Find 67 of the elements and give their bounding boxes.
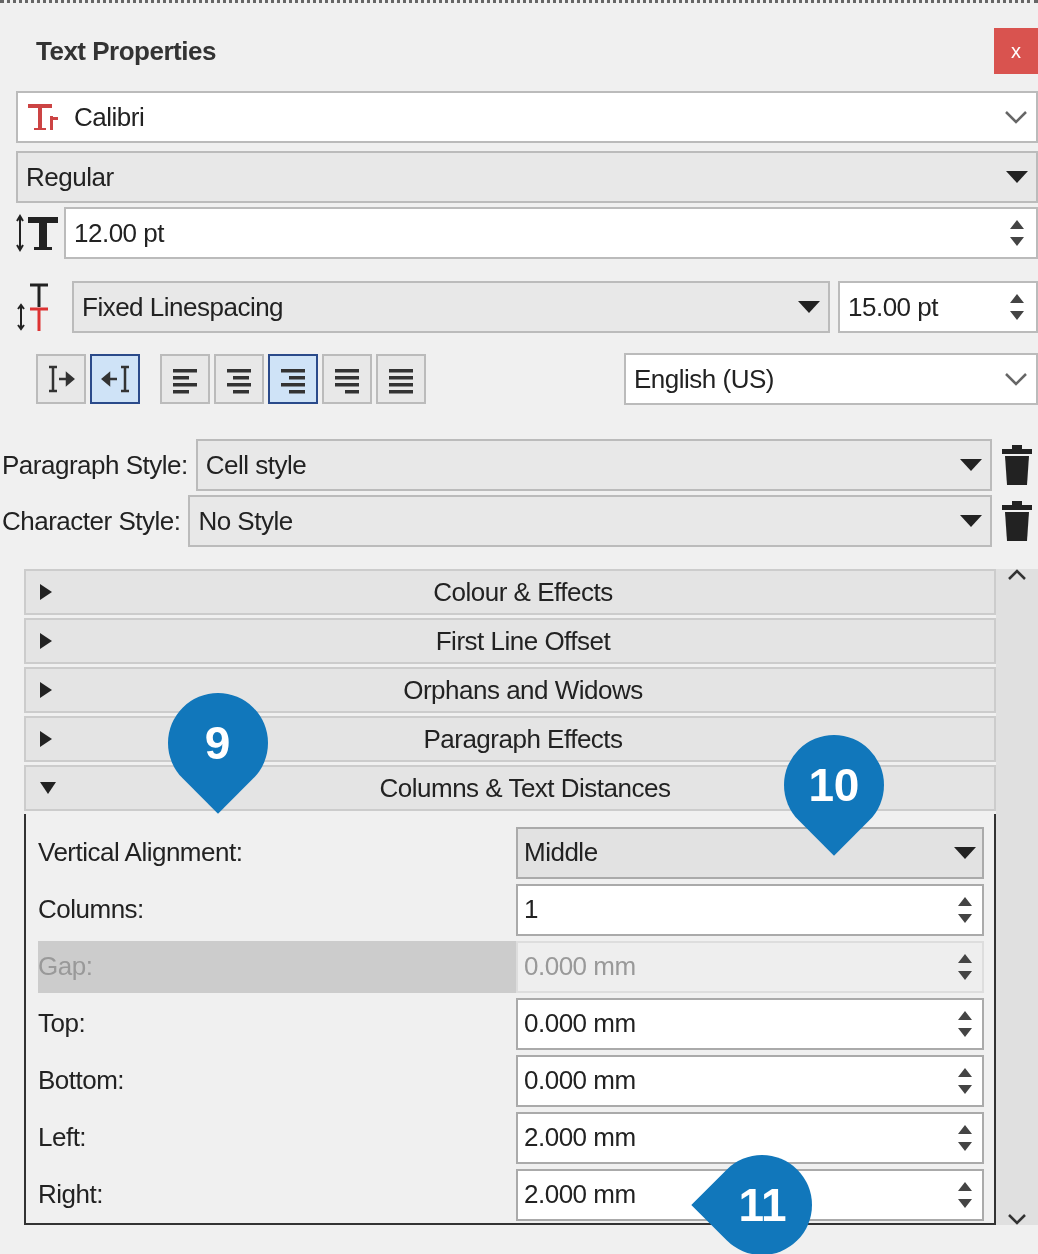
style-value: No Style (198, 504, 294, 538)
trash-icon (1000, 445, 1034, 485)
alignment-button[interactable] (268, 354, 318, 404)
font-size-value: 12.00 pt (74, 216, 166, 250)
font-dropdown[interactable]: Calibri (16, 91, 1038, 143)
style-value: Cell style (205, 448, 308, 482)
field-value: 2.000 mm (524, 1121, 636, 1154)
section-header[interactable]: Colour & Effects (24, 569, 996, 615)
alignment-button[interactable] (376, 354, 426, 404)
distance-label: Columns: (38, 893, 144, 926)
style-dropdown[interactable]: Cell style (195, 439, 992, 491)
chevron-down-icon (1004, 110, 1028, 124)
font-name: Calibri (74, 100, 146, 134)
line-spacing-mode: Fixed Linespacing (82, 290, 285, 324)
distance-field[interactable]: 1 (516, 883, 984, 936)
field-value: 0.000 mm (524, 1064, 636, 1097)
panel-title: Text Properties (35, 34, 216, 68)
alignment-button[interactable] (214, 354, 264, 404)
style-dropdown[interactable]: No Style (188, 495, 992, 547)
dropdown-caret-icon (960, 459, 982, 471)
alignment-dropdown[interactable]: Middle (516, 826, 984, 879)
style-label: Paragraph Style: (2, 448, 188, 482)
section-header[interactable]: Orphans and Widows (24, 667, 996, 713)
distance-label: Right: (38, 1178, 103, 1211)
dropdown-caret-icon (960, 515, 982, 527)
field-value: 2.000 mm (524, 1178, 636, 1211)
alignment-button[interactable] (160, 354, 210, 404)
style-label: Character Style: (2, 504, 181, 538)
scrollbar[interactable] (996, 569, 1038, 1225)
line-spacing-field[interactable]: 15.00 pt (838, 281, 1038, 333)
section-title: Colour & Effects (433, 575, 613, 609)
section-header[interactable]: First Line Offset (24, 618, 996, 664)
distance-label: Bottom: (38, 1064, 125, 1097)
language-value: English (US) (634, 362, 775, 396)
chevron-down-icon (1004, 372, 1028, 386)
font-size-field[interactable]: 12.00 pt (64, 207, 1038, 259)
text-direction-button[interactable] (90, 354, 140, 404)
line-spacing-dropdown[interactable]: Fixed Linespacing (72, 281, 830, 333)
field-value: 0.000 mm (524, 950, 636, 983)
section-title: Orphans and Widows (403, 673, 643, 707)
line-spacing-value: 15.00 pt (848, 290, 940, 324)
font-style-value: Regular (26, 160, 115, 194)
field-value: Middle (524, 836, 598, 869)
dropdown-caret-icon (954, 846, 976, 859)
distance-field[interactable]: 2.000 mm (516, 1111, 984, 1164)
delete-button[interactable] (1000, 501, 1034, 541)
close-button[interactable]: x (994, 28, 1038, 74)
distance-label: Top: (38, 1007, 86, 1040)
font-style-dropdown[interactable]: Regular (16, 151, 1038, 203)
section-title: Paragraph Effects (423, 722, 623, 756)
dropdown-caret-icon (798, 301, 820, 313)
field-value: 0.000 mm (524, 1007, 636, 1040)
scroll-up-icon (1007, 569, 1027, 581)
field-value: 1 (524, 893, 538, 926)
dropdown-caret-icon (1006, 171, 1028, 183)
section-title: Columns & Text Distances (379, 771, 671, 805)
distance-label: Left: (38, 1121, 87, 1154)
alignment-button[interactable] (322, 354, 372, 404)
section-title: First Line Offset (435, 624, 611, 658)
trash-icon (1000, 501, 1034, 541)
distance-field[interactable]: 0.000 mm (516, 997, 984, 1050)
text-direction-button[interactable] (36, 354, 86, 404)
distance-field[interactable]: 0.000 mm (516, 1054, 984, 1107)
scroll-down-icon (1007, 1213, 1027, 1225)
alignment-label: Vertical Alignment: (38, 836, 243, 869)
delete-button[interactable] (1000, 445, 1034, 485)
language-dropdown[interactable]: English (US) (624, 353, 1038, 405)
